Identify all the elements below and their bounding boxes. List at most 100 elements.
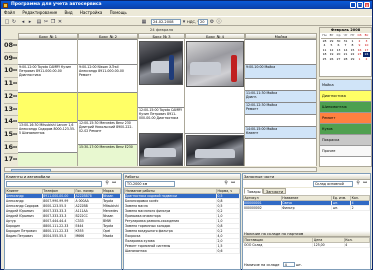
client-row[interactable]: Андрей Юрьевич 8007-333-33-3 В222СС Nissan — [5, 213, 121, 219]
calendar-day[interactable]: 25 — [321, 57, 328, 62]
calendar-day[interactable]: 29 — [349, 57, 356, 62]
delete-icon[interactable]: ✕ — [57, 19, 63, 25]
copy-icon[interactable]: ❐ — [50, 19, 56, 25]
stock-qty-field[interactable]: 4 — [282, 262, 295, 267]
filter-icon[interactable]: ⚯ — [362, 181, 368, 187]
appointment-block[interactable]: 9:00-12:00 Toyota CAMRY Кузин Петрович 8… — [18, 64, 77, 92]
tab-goods[interactable]: Товары — [244, 188, 264, 194]
filter-icon[interactable]: ⚯ — [230, 181, 236, 187]
diagnostics-block[interactable] — [78, 92, 137, 120]
calendar-day[interactable]: 1 — [356, 57, 363, 62]
box-column-2[interactable]: 9:00-12:00 Nissan X-Trail Александр 8911… — [78, 39, 138, 166]
appointment-block[interactable]: 9:00-12:00 Nissan X-Trail Александр 8911… — [78, 64, 137, 92]
work-row[interactable]: Шиномонтаж 0,6 — [124, 248, 240, 254]
table-cell: Mazda — [102, 233, 121, 239]
box-column-3[interactable]: 12:00-15:00 Toyota CAMRY Кузин Петрович … — [138, 39, 185, 166]
schedule-slot-empty[interactable] — [18, 39, 77, 64]
legend-item[interactable]: Шиномонтаж — [320, 102, 371, 113]
client-row[interactable]: Александр 8007-990-99-99 А 000АА Toyota — [5, 198, 121, 204]
appointment-text: 9:00-12:00 Toyota CAMRY Кузин Петрович 8… — [19, 65, 72, 77]
schedule-slot-empty[interactable] — [245, 114, 316, 126]
car-image — [195, 149, 235, 158]
appointment-text: 12:00-15:30 Mercedes Benz 230 Дмитрий Ни… — [79, 121, 133, 133]
hour-08: 0800 — [4, 39, 18, 52]
horizontal-scrollbar[interactable] — [4, 167, 317, 172]
table-cell: 4 — [344, 242, 370, 248]
legend-item[interactable]: Прочее — [320, 146, 371, 157]
tab-parts[interactable]: Запчасти — [263, 188, 287, 194]
calendar-day[interactable]: 2 — [363, 57, 370, 62]
menu-edit[interactable]: Редактирование — [22, 10, 57, 15]
client-row[interactable]: Александр 8911-000-00-00 А222ВВ78 Nissan — [5, 193, 121, 199]
legend-item[interactable]: Ремонт — [320, 113, 371, 124]
wash-block[interactable]: 12:00-12:30 Мойка Ремонт — [245, 102, 316, 114]
new-icon[interactable]: □ — [4, 19, 10, 25]
part-row[interactable]: 000000002 Фильтр шт. 2 — [243, 205, 370, 211]
close-icon[interactable]: × — [364, 2, 370, 8]
binoculars-icon[interactable]: ⚲ — [104, 181, 110, 187]
calendar-day[interactable]: 27 — [335, 57, 342, 62]
client-row[interactable]: Вадим Петрович 8004-555-55-5 М666 Mazda — [5, 233, 121, 239]
wash-block[interactable]: 9:00-10:00 Мойка — [245, 64, 316, 78]
info-icon[interactable]: ⓘ — [216, 19, 222, 25]
diagnostics-block[interactable] — [18, 92, 77, 122]
schedule-slot-empty[interactable] — [78, 39, 137, 64]
stock-unit: шт. — [295, 263, 303, 267]
schedule-slot-empty[interactable] — [245, 78, 316, 90]
table-cell: 2 — [350, 205, 370, 211]
calendar-grid[interactable]: Пн Вт Ср Чт Пт Сб Вс 28 29 30 31 1 2 3 4 5 6 7 8 9 10 11 12 13 1… — [320, 33, 371, 62]
binoculars-icon[interactable]: ⚲ — [355, 181, 361, 187]
maximize-icon[interactable]: □ — [357, 2, 363, 8]
stock-qty-row: Наличие на складе 4 шт. — [244, 262, 302, 268]
scroll-thumb[interactable] — [11, 168, 51, 172]
minimize-icon[interactable]: _ — [350, 2, 356, 8]
month-calendar[interactable]: Февраль 2008 Пн Вт Ср Чт Пт Сб Вс 28 29 30 31 1 2 3 4 5… — [319, 27, 372, 77]
box-column-4[interactable] — [185, 39, 245, 166]
appointment-block[interactable]: 15:30-17:00 Mercedes Benz E230 — [78, 144, 137, 166]
tools-icon[interactable]: ⚙ — [209, 19, 215, 25]
schedule-slot-empty[interactable] — [245, 39, 316, 64]
appointment-block[interactable]: 13:00-16:30 Mitsubishi Lancer 1,6 Алекса… — [18, 122, 77, 152]
next-icon[interactable]: ▸ — [27, 19, 33, 25]
prev-icon[interactable]: ◂ — [20, 19, 26, 25]
nds-field[interactable]: 20 — [198, 19, 208, 25]
batch-row[interactable]: ООО Склад 125,00 4 — [243, 242, 370, 248]
legend-item[interactable]: Мойка — [320, 80, 371, 91]
schedule-slot-empty[interactable] — [18, 152, 77, 166]
calendar-day[interactable]: 26 — [328, 57, 335, 62]
client-row[interactable]: Александр Сидоров 8000-123-55-5 А222ВВ Mits… — [5, 203, 121, 209]
wash-block[interactable]: 11:00-11:30 Мойка Диагн. — [245, 90, 316, 102]
refresh-icon[interactable]: ↻ — [11, 19, 17, 25]
calendar-icon[interactable]: ▦ — [141, 19, 147, 25]
legend-item[interactable]: Покраска — [320, 135, 371, 146]
date-field[interactable]: 24.02.2008 — [151, 19, 181, 25]
menu-help[interactable]: Помощь — [110, 10, 127, 15]
legend-item[interactable]: Диагностика — [320, 91, 371, 102]
binoculars-icon[interactable]: ⚲ — [223, 181, 229, 187]
client-row[interactable]: Андрей Юрьевич 8007-333-33-3 А111АА Mercede… — [5, 208, 121, 214]
box-column-1[interactable]: 9:00-12:00 Toyota CAMRY Кузин Петрович 8… — [18, 39, 78, 166]
hour-10: 1000 — [4, 64, 18, 77]
parts-spacer — [243, 211, 370, 231]
wash-column[interactable]: 9:00-10:00 Мойка 11:00-11:30 Мойка Диагн.… — [245, 39, 317, 166]
hour-12: 1200 — [4, 89, 18, 103]
client-row[interactable]: Бородин Петрович 8800-111-22-33 К555 Opel — [5, 228, 121, 234]
clients-search-input[interactable] — [6, 181, 102, 187]
table-cell: Александр Сидоров — [5, 203, 43, 209]
filter-icon[interactable]: ⚯ — [111, 181, 117, 187]
table-cell: Mercedes — [102, 208, 121, 214]
stock-batches-table: Поставщик Цена Кол. ООО Склад 125,00 4 — [243, 237, 370, 248]
menu-settings[interactable]: Настройка — [80, 10, 102, 15]
works-filter-select[interactable]: ТО-2000 км — [125, 181, 175, 187]
cut-icon[interactable]: ✂ — [43, 19, 49, 25]
wash-block[interactable]: 14:00-15:00 Мойка Клиент — [245, 126, 316, 138]
menu-file[interactable]: Файл — [4, 10, 15, 15]
appointment-block[interactable]: 12:00-15:00 Toyota CAMRY Кузин Петрович … — [138, 107, 184, 133]
legend-item[interactable]: Кузов — [320, 124, 371, 135]
warehouse-select[interactable]: Склад основной — [313, 181, 353, 187]
calendar-day[interactable]: 28 — [342, 57, 349, 62]
print-icon[interactable]: ▤ — [36, 19, 42, 25]
schedule-slot-empty[interactable] — [245, 138, 316, 166]
menu-view[interactable]: Вид — [65, 10, 73, 15]
appointment-block[interactable]: 12:00-15:30 Mercedes Benz 230 Дмитрий Ни… — [78, 120, 137, 144]
